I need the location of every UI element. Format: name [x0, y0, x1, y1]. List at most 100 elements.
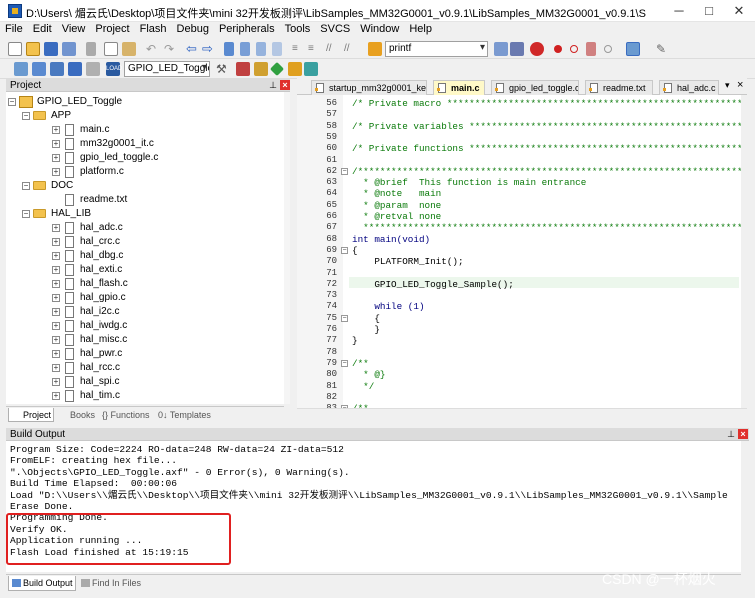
tree-file-item[interactable]: + hal_flash.c: [6, 277, 276, 291]
save-all-icon[interactable]: [62, 42, 76, 56]
expand-icon[interactable]: +: [52, 322, 60, 330]
editor-tab-hal-adc[interactable]: hal_adc.c: [659, 80, 719, 95]
expand-icon[interactable]: +: [52, 392, 60, 400]
output-pin-icon[interactable]: ⊥: [726, 429, 736, 439]
navigate-back-icon[interactable]: ⇦: [186, 42, 200, 56]
target-select[interactable]: GPIO_LED_Toggle: [124, 61, 210, 77]
incremental-find-icon[interactable]: [510, 42, 524, 56]
tree-file-item[interactable]: + hal_dbg.c: [6, 249, 276, 263]
close-button[interactable]: ✕: [724, 0, 754, 22]
collapse-icon[interactable]: −: [22, 182, 30, 190]
clear-breakpoints-icon[interactable]: [586, 42, 596, 56]
menu-help[interactable]: Help: [404, 22, 437, 36]
unindent-icon[interactable]: ≡: [308, 42, 322, 56]
tree-file-item[interactable]: + gpio_led_toggle.c: [6, 151, 276, 165]
tree-file-item[interactable]: + hal_misc.c: [6, 333, 276, 347]
expand-icon[interactable]: +: [52, 280, 60, 288]
prev-bookmark-icon[interactable]: [240, 42, 250, 56]
run-time-env-icon[interactable]: [288, 62, 302, 76]
tree-file-item[interactable]: + hal_crc.c: [6, 235, 276, 249]
tab-build-output[interactable]: Build Output: [8, 576, 76, 591]
tree-file-item[interactable]: readme.txt: [6, 193, 276, 207]
collapse-icon[interactable]: −: [22, 112, 30, 120]
expand-icon[interactable]: +: [52, 364, 60, 372]
expand-icon[interactable]: +: [52, 238, 60, 246]
expand-icon[interactable]: +: [52, 154, 60, 162]
fold-toggle-icon[interactable]: −: [341, 314, 348, 322]
menu-edit[interactable]: Edit: [28, 22, 57, 36]
find-icon[interactable]: [494, 42, 508, 56]
breakpoint-icon[interactable]: [554, 45, 562, 53]
expand-icon[interactable]: +: [52, 126, 60, 134]
tab-find-in-files[interactable]: Find In Files: [78, 576, 144, 591]
project-pin-icon[interactable]: ⊥: [268, 80, 278, 90]
tree-file-item[interactable]: + hal_exti.c: [6, 263, 276, 277]
menu-file[interactable]: File: [0, 22, 28, 36]
collapse-icon[interactable]: −: [8, 98, 16, 106]
editor-horizontal-scrollbar[interactable]: [297, 408, 747, 418]
tree-group-doc[interactable]: − DOC: [6, 179, 276, 193]
uncomment-icon[interactable]: //: [344, 42, 358, 56]
new-file-icon[interactable]: [8, 42, 22, 56]
tree-file-item[interactable]: + hal_spi.c: [6, 375, 276, 389]
expand-icon[interactable]: +: [52, 336, 60, 344]
event-recorder-icon[interactable]: [304, 62, 318, 76]
expand-icon[interactable]: +: [52, 350, 60, 358]
select-packs-icon[interactable]: [269, 61, 285, 77]
expand-icon[interactable]: +: [52, 168, 60, 176]
download-icon[interactable]: LOAD: [106, 62, 122, 76]
expand-icon[interactable]: +: [52, 294, 60, 302]
maximize-button[interactable]: □: [694, 0, 724, 22]
tree-file-item[interactable]: + hal_i2c.c: [6, 305, 276, 319]
manage-components-icon[interactable]: [254, 62, 268, 76]
undo-icon[interactable]: ↶: [146, 42, 160, 56]
menu-project[interactable]: Project: [90, 22, 134, 36]
save-icon[interactable]: [44, 42, 58, 56]
fold-toggle-icon[interactable]: −: [341, 246, 348, 254]
project-scrollbar[interactable]: [284, 92, 290, 404]
tab-project[interactable]: Project: [8, 408, 54, 422]
menu-tools[interactable]: Tools: [280, 22, 316, 36]
tree-file-item[interactable]: + hal_gpio.c: [6, 291, 276, 305]
close-tab-icon[interactable]: ×: [737, 79, 743, 91]
output-scrollbar[interactable]: [741, 441, 749, 572]
translate-icon[interactable]: [14, 62, 28, 76]
menu-debug[interactable]: Debug: [172, 22, 214, 36]
copy-icon[interactable]: [104, 42, 118, 56]
file-extensions-icon[interactable]: [236, 62, 250, 76]
tab-functions[interactable]: {} Functions: [100, 408, 154, 422]
menu-flash[interactable]: Flash: [135, 22, 172, 36]
disable-breakpoint-icon[interactable]: [570, 45, 578, 53]
expand-icon[interactable]: +: [52, 252, 60, 260]
menu-svcs[interactable]: SVCS: [315, 22, 355, 36]
clear-bookmarks-icon[interactable]: [272, 42, 282, 56]
next-bookmark-icon[interactable]: [256, 42, 266, 56]
expand-icon[interactable]: +: [52, 378, 60, 386]
menu-peripherals[interactable]: Peripherals: [214, 22, 280, 36]
collapse-icon[interactable]: −: [22, 210, 30, 218]
stop-build-icon[interactable]: [86, 62, 100, 76]
debug-session-icon[interactable]: [530, 42, 544, 56]
open-file-icon[interactable]: [26, 42, 40, 56]
output-close-icon[interactable]: ×: [738, 429, 748, 439]
tree-file-item[interactable]: + mm32g0001_it.c: [6, 137, 276, 151]
editor-tab-main[interactable]: main.c: [433, 80, 485, 95]
navigate-forward-icon[interactable]: ⇨: [202, 42, 216, 56]
code-editor[interactable]: 56 /* Private macro *********************…: [297, 95, 741, 408]
fold-toggle-icon[interactable]: −: [341, 167, 348, 175]
paste-icon[interactable]: [122, 42, 136, 56]
rebuild-icon[interactable]: [50, 62, 64, 76]
tab-books[interactable]: Books: [56, 408, 96, 422]
menu-window[interactable]: Window: [355, 22, 404, 36]
bookmark-icon[interactable]: [224, 42, 234, 56]
build-icon[interactable]: [32, 62, 46, 76]
tab-templates[interactable]: 0↓ Templates: [156, 408, 216, 422]
window-layout-icon[interactable]: [626, 42, 640, 56]
expand-icon[interactable]: +: [52, 266, 60, 274]
tree-group-app[interactable]: − APP: [6, 109, 276, 123]
tree-file-item[interactable]: + hal_rcc.c: [6, 361, 276, 375]
indent-icon[interactable]: ≡: [292, 42, 306, 56]
expand-icon[interactable]: +: [52, 308, 60, 316]
tree-root[interactable]: − GPIO_LED_Toggle: [6, 95, 276, 109]
tree-file-item[interactable]: + platform.c: [6, 165, 276, 179]
